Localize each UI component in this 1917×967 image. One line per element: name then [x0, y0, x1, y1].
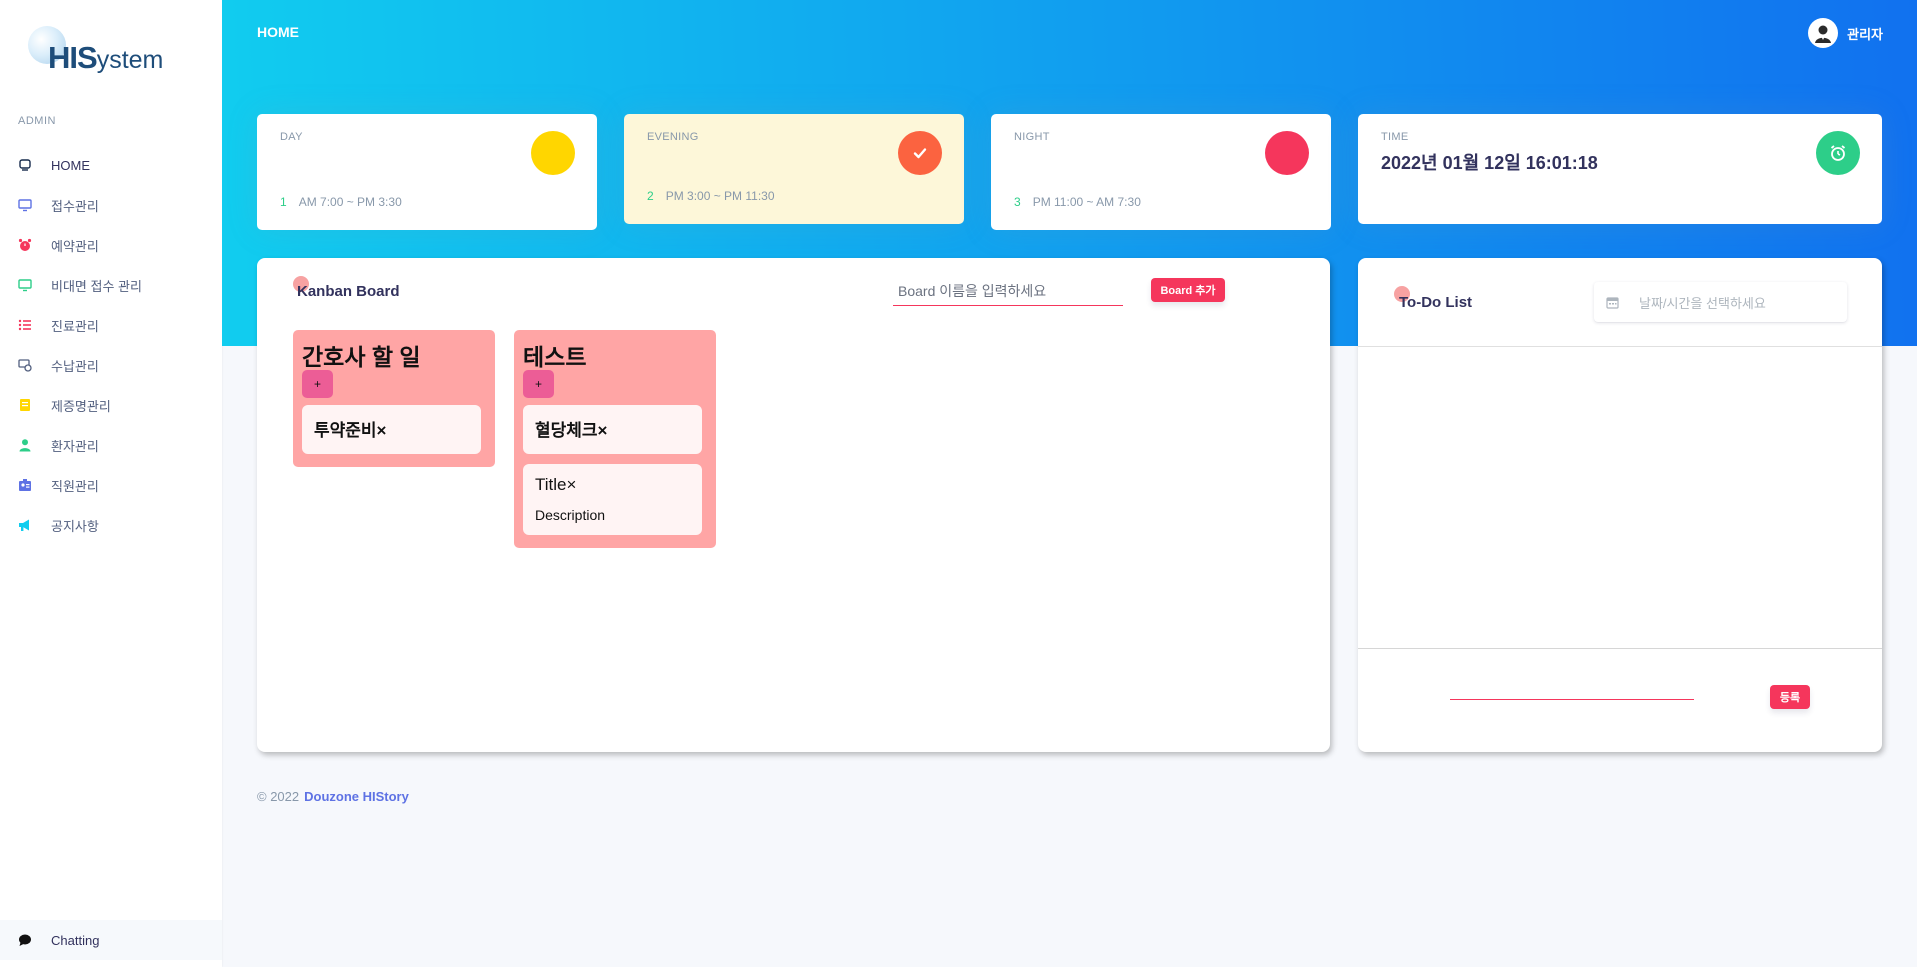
sidebar-item-label: 수납관리 — [51, 358, 99, 374]
sidebar-item-label: HOME — [51, 157, 90, 173]
sidebar-item-label: 제증명관리 — [51, 398, 111, 414]
shift-hours: 1 AM 7:00 ~ PM 3:30 — [280, 195, 402, 209]
sidebar-item-label: 환자관리 — [51, 438, 99, 454]
footer: © 2022 Douzone HIStory — [257, 789, 409, 804]
list-icon — [18, 318, 32, 332]
kanban-card[interactable]: Title× Description — [523, 464, 702, 535]
sidebar-item-label: 공지사항 — [51, 518, 99, 534]
column-title: 간호사 할 일 — [302, 344, 421, 370]
date-placeholder: 날짜/시간을 선택하세요 — [1639, 295, 1766, 311]
sidebar: HISystem ADMIN HOME 접수관리 예약관리 비대면 접수 관리 — [0, 0, 222, 967]
user-name: 관리자 — [1847, 26, 1883, 42]
receipt-icon — [18, 358, 32, 372]
time-card: TIME 2022년 01월 12일 16:01:18 — [1358, 114, 1882, 224]
check-icon — [898, 131, 942, 175]
add-card-button[interactable]: + — [302, 370, 333, 398]
sidebar-item-staff[interactable]: 직원관리 — [0, 465, 222, 505]
add-card-button[interactable]: + — [523, 370, 554, 398]
sidebar-item-patient[interactable]: 환자관리 — [0, 425, 222, 465]
sidebar-nav: HOME 접수관리 예약관리 비대면 접수 관리 진료관리 수납관리 제증명관리… — [0, 145, 222, 545]
kanban-card[interactable]: 혈당체크× — [523, 405, 702, 454]
copyright: © 2022 — [257, 789, 300, 804]
current-time: 2022년 01월 12일 16:01:18 — [1381, 153, 1598, 173]
sidebar-item-label: 접수관리 — [51, 198, 99, 214]
sidebar-item-reception[interactable]: 접수관리 — [0, 185, 222, 225]
column-title: 테스트 — [523, 344, 587, 370]
tv-icon — [18, 158, 32, 172]
kanban-column: 테스트 + 혈당체크× Title× Description — [514, 330, 716, 548]
card-title: DAY — [280, 131, 303, 143]
sidebar-heading: ADMIN — [18, 115, 56, 127]
sidebar-item-label: Chatting — [51, 932, 100, 948]
shift-indicator-icon — [531, 131, 575, 175]
monitor-icon — [18, 198, 32, 212]
laptop-icon — [18, 278, 32, 292]
todo-list-card: To-Do List 날짜/시간을 선택하세요 등록 — [1358, 258, 1882, 752]
megaphone-icon — [18, 518, 32, 532]
sidebar-item-reservation[interactable]: 예약관리 — [0, 225, 222, 265]
user-menu[interactable]: 관리자 — [1808, 18, 1883, 48]
card-description: Description — [535, 507, 606, 523]
sidebar-item-chatting[interactable]: Chatting — [0, 920, 222, 960]
shift-indicator-icon — [1265, 131, 1309, 175]
user-icon — [18, 438, 32, 452]
board-name-input[interactable] — [893, 276, 1123, 306]
sidebar-item-treatment[interactable]: 진료관리 — [0, 305, 222, 345]
card-title: 혈당체크× — [535, 421, 608, 440]
sidebar-item-label: 비대면 접수 관리 — [51, 278, 142, 294]
sidebar-item-label: 예약관리 — [51, 238, 99, 254]
sidebar-item-payment[interactable]: 수납관리 — [0, 345, 222, 385]
sidebar-item-remote-reception[interactable]: 비대면 접수 관리 — [0, 265, 222, 305]
todo-title: To-Do List — [1399, 294, 1473, 311]
todo-input[interactable] — [1450, 699, 1694, 700]
card-title: NIGHT — [1014, 131, 1050, 143]
logo-text: HISystem — [48, 40, 164, 75]
avatar — [1808, 18, 1839, 48]
breadcrumb[interactable]: HOME — [257, 24, 299, 40]
alarm-clock-icon — [18, 238, 32, 252]
sidebar-item-label: 진료관리 — [51, 318, 99, 334]
badge-icon — [18, 478, 32, 492]
sidebar-item-certificate[interactable]: 제증명관리 — [0, 385, 222, 425]
divider — [1358, 648, 1882, 649]
card-title: EVENING — [647, 131, 699, 143]
shift-hours: 2 PM 3:00 ~ PM 11:30 — [647, 189, 775, 203]
evening-shift-card: EVENING 2 PM 3:00 ~ PM 11:30 — [624, 114, 964, 224]
kanban-title: Kanban Board — [297, 283, 400, 300]
sidebar-item-label: 직원관리 — [51, 478, 99, 494]
night-shift-card: NIGHT 3 PM 11:00 ~ AM 7:30 — [991, 114, 1331, 230]
note-icon — [18, 398, 32, 412]
register-button[interactable]: 등록 — [1770, 685, 1810, 709]
footer-brand-link[interactable]: Douzone HIStory — [304, 789, 409, 804]
chat-bubble-icon — [18, 933, 32, 947]
calendar-icon — [1606, 296, 1619, 309]
shift-hours: 3 PM 11:00 ~ AM 7:30 — [1014, 195, 1141, 209]
add-board-button[interactable]: Board 추가 — [1151, 278, 1225, 302]
kanban-column: 간호사 할 일 + 투약준비× — [293, 330, 495, 467]
kanban-board: Kanban Board Board 추가 간호사 할 일 + 투약준비× 테스… — [257, 258, 1330, 752]
date-time-picker[interactable]: 날짜/시간을 선택하세요 — [1594, 282, 1847, 322]
divider — [1358, 346, 1882, 347]
sidebar-item-notice[interactable]: 공지사항 — [0, 505, 222, 545]
card-title: 투약준비× — [314, 421, 387, 440]
card-title: Title× — [535, 475, 577, 494]
kanban-card[interactable]: 투약준비× — [302, 405, 481, 454]
alarm-clock-icon — [1816, 131, 1860, 175]
sidebar-item-home[interactable]: HOME — [0, 145, 222, 185]
card-title: TIME — [1381, 131, 1409, 143]
logo[interactable]: HISystem — [28, 24, 188, 76]
day-shift-card: DAY 1 AM 7:00 ~ PM 3:30 — [257, 114, 597, 230]
